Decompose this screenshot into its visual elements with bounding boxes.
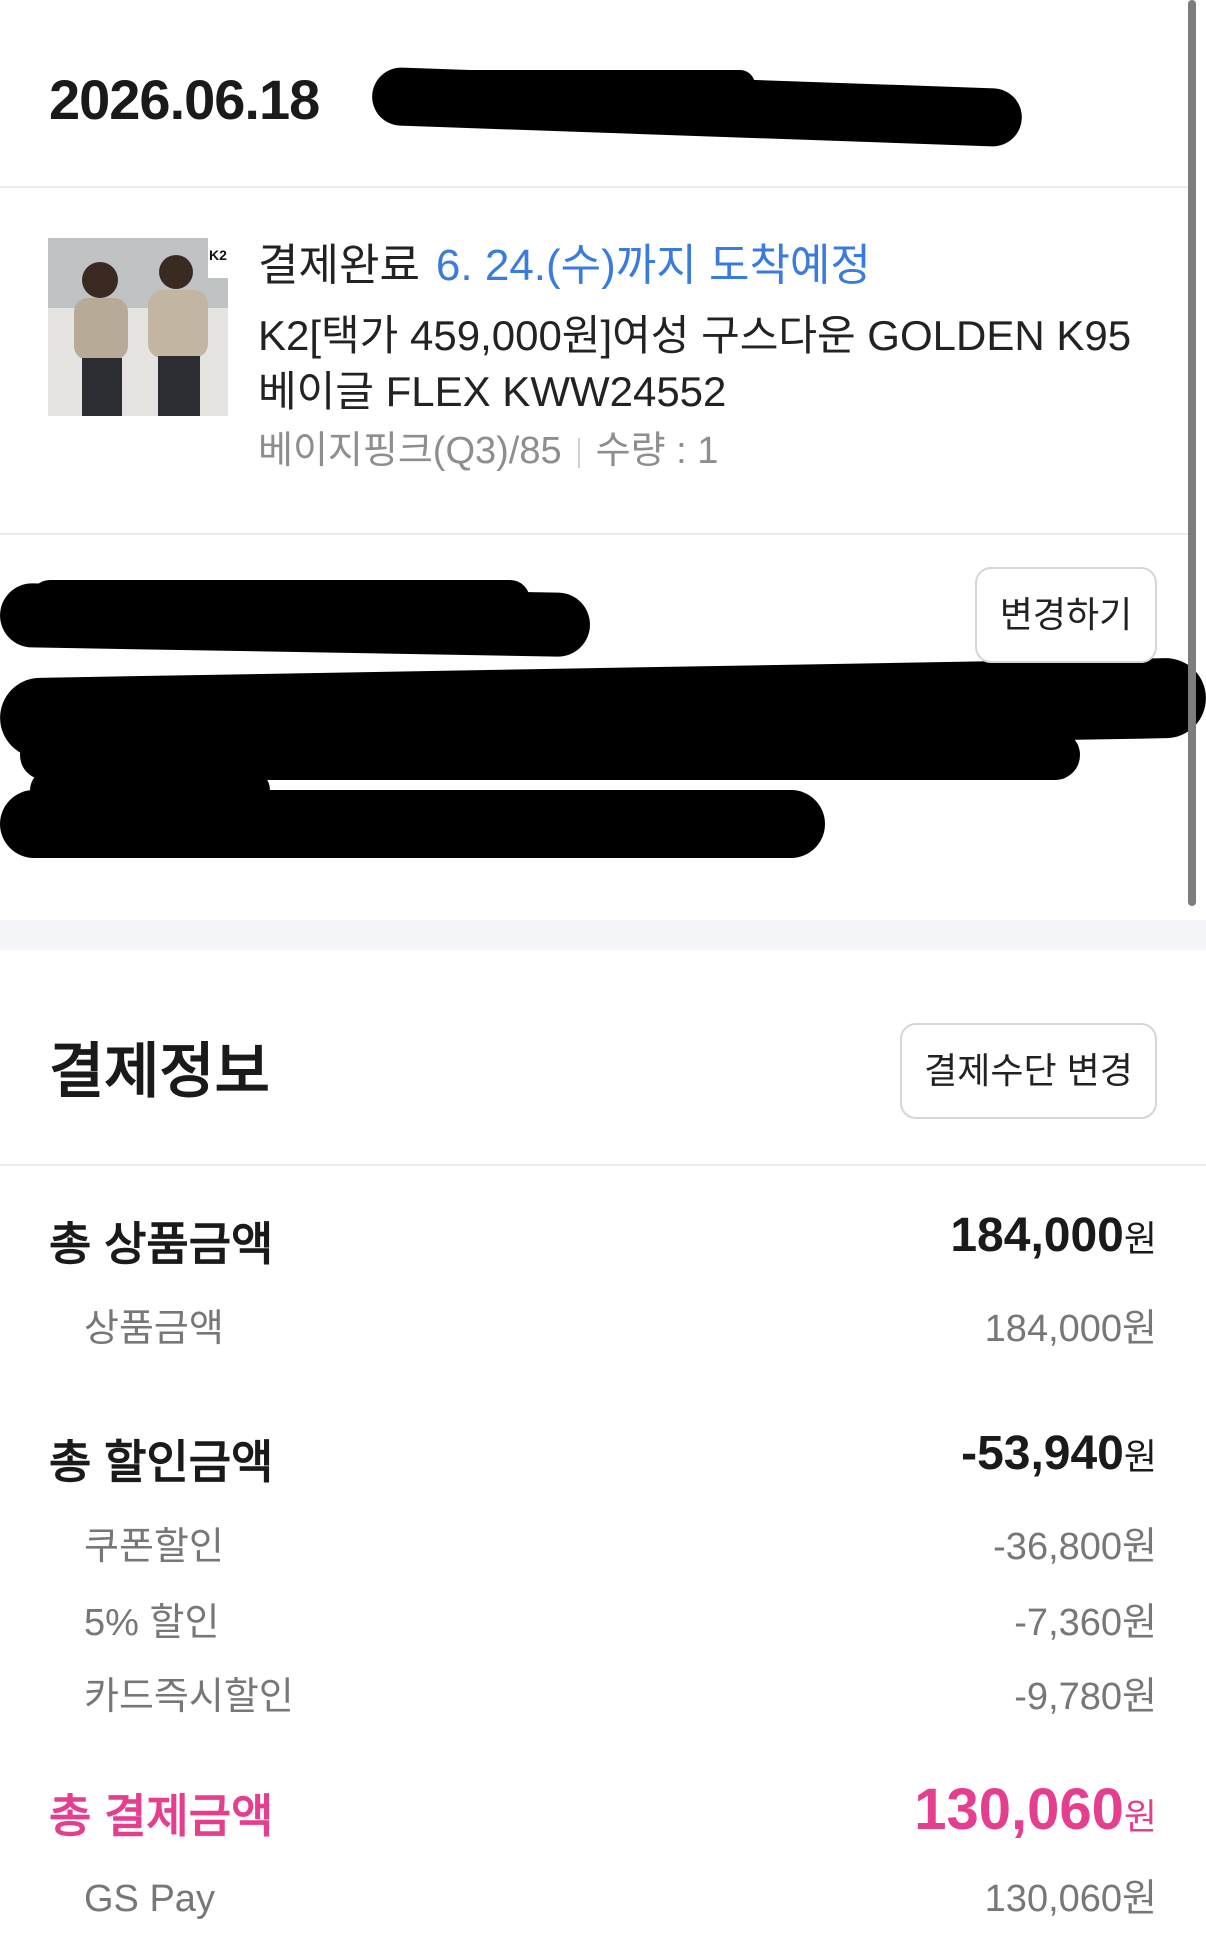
total-payment-label: 총 결제금액 xyxy=(49,1790,274,1842)
scrollbar-thumb[interactable] xyxy=(1188,0,1196,906)
product-divider xyxy=(0,533,1190,535)
product-name[interactable]: K2[택가 459,000원]여성 구스다운 GOLDEN K95 베이글 FL… xyxy=(258,308,1158,420)
discount-label: 5% 할인 xyxy=(84,1602,220,1644)
product-quantity: 수량 : 1 xyxy=(595,430,719,472)
total-discount-value: -53,940원 xyxy=(961,1424,1157,1487)
total-discount-amount: -53,940 xyxy=(961,1427,1124,1480)
discount-label: 카드즉시할인 xyxy=(84,1676,294,1718)
payment-status: 결제완료 xyxy=(258,241,420,290)
product-option: 베이지핑크(Q3)/85 xyxy=(258,430,562,472)
payment-divider xyxy=(0,1164,1206,1166)
order-status-line: 결제완료 6. 24.(수)까지 도착예정 xyxy=(258,238,871,294)
redaction-mark xyxy=(30,770,270,810)
redaction-mark xyxy=(30,580,530,620)
payment-method-value: 130,060원 xyxy=(984,1878,1157,1920)
total-product-amount: 184,000 xyxy=(950,1209,1124,1262)
redaction-mark xyxy=(395,70,755,100)
change-payment-method-button[interactable]: 결제수단 변경 xyxy=(900,1023,1157,1119)
product-amount-value: 184,000원 xyxy=(984,1308,1157,1350)
product-photo: K2 xyxy=(48,238,228,416)
total-product-label: 총 상품금액 xyxy=(49,1218,274,1270)
product-option-line: 베이지핑크(Q3)/85 수량 : 1 xyxy=(258,424,718,478)
discount-value: -7,360원 xyxy=(1014,1602,1157,1644)
currency-unit: 원 xyxy=(1123,1218,1157,1259)
total-discount-label: 총 할인금액 xyxy=(49,1436,274,1488)
option-separator xyxy=(577,437,580,468)
currency-unit: 원 xyxy=(1123,1796,1157,1837)
discount-label: 쿠폰할인 xyxy=(84,1526,224,1568)
total-payment-amount: 130,060 xyxy=(914,1777,1124,1842)
total-payment-value: 130,060원 xyxy=(914,1780,1157,1847)
discount-value: -36,800원 xyxy=(993,1526,1157,1568)
arrival-estimate: 6. 24.(수)까지 도착예정 xyxy=(435,241,871,290)
payment-info-title: 결제정보 xyxy=(49,1038,270,1105)
header-divider xyxy=(0,186,1190,188)
change-address-button[interactable]: 변경하기 xyxy=(975,567,1157,663)
currency-unit: 원 xyxy=(1123,1436,1157,1477)
payment-method-label: GS Pay xyxy=(84,1878,215,1920)
product-thumbnail[interactable]: K2 xyxy=(48,238,228,416)
order-date: 2026.06.18 xyxy=(49,68,320,131)
discount-value: -9,780원 xyxy=(1014,1676,1157,1718)
total-product-value: 184,000원 xyxy=(950,1206,1157,1269)
section-gap xyxy=(0,920,1206,950)
product-amount-label: 상품금액 xyxy=(84,1308,224,1350)
thumb-badge: K2 xyxy=(209,247,227,263)
